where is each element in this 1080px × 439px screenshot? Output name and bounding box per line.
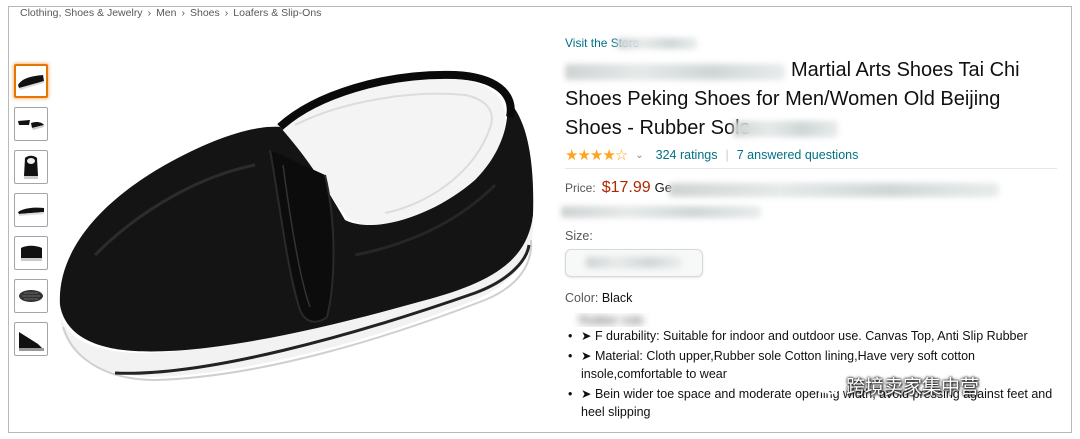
feature-bullet: ➤ F durability: Suitable for indoor and … [568, 327, 1065, 345]
price-row: Price: $17.99 Ge [565, 179, 1065, 201]
chevron-down-icon[interactable]: ⌄ [635, 150, 643, 161]
color-row: Color: Black [565, 291, 1065, 305]
rating-row: ★★★★☆ ⌄ 324 ratings | 7 answered questio… [565, 145, 1057, 169]
answered-questions-link[interactable]: 7 answered questions [737, 148, 859, 162]
breadcrumb-shoes[interactable]: Shoes [190, 7, 220, 19]
watermark: 跨境卖家集中营 [814, 372, 979, 399]
product-details: Visit the Store Martial Arts Shoes Tai C… [561, 36, 1065, 423]
breadcrumb-separator: › [147, 7, 152, 19]
main-product-image[interactable] [55, 55, 545, 425]
thumbnail-7[interactable] [14, 322, 48, 356]
breadcrumb: Clothing, Shoes & Jewelry › Men › Shoes › Loaf… [20, 7, 321, 19]
rubber-sole-text: Rubber sole [579, 313, 644, 327]
thumbnail-6[interactable] [14, 279, 48, 313]
rubber-sole-note: Rubber sole [565, 313, 1065, 327]
title-line-3: Shoes - Rubber Sole [565, 117, 751, 139]
visit-store-link[interactable]: Visit the Store [565, 36, 1065, 52]
breadcrumb-loafers[interactable]: Loafers & Slip-Ons [233, 7, 321, 19]
breadcrumb-men[interactable]: Men [156, 7, 176, 19]
breadcrumb-separator: › [181, 7, 186, 19]
breadcrumb-clothing[interactable]: Clothing, Shoes & Jewelry [20, 7, 143, 19]
thumbnail-4[interactable] [14, 193, 48, 227]
ratings-link[interactable]: 324 ratings [656, 148, 718, 162]
title-line-2: Shoes Peking Shoes for Men/Women Old Bei… [565, 88, 1001, 110]
breadcrumb-separator: › [224, 7, 229, 19]
thumbnail-2[interactable] [14, 107, 48, 141]
size-select[interactable] [565, 249, 703, 277]
star-rating-icon[interactable]: ★★★★☆ [565, 146, 628, 164]
watermark-text: 跨境卖家集中营 [846, 377, 980, 398]
size-label: Size: [565, 229, 593, 243]
thumbnail-1[interactable] [14, 64, 48, 98]
product-title: Martial Arts Shoes Tai Chi Shoes Peking … [565, 56, 1050, 143]
thumbnail-3[interactable] [14, 150, 48, 184]
shipping-info [561, 201, 1065, 223]
color-label: Color: [565, 291, 599, 305]
price-label: Price: [565, 181, 596, 195]
color-value: Black [601, 291, 633, 305]
thumbnail-strip [14, 64, 52, 365]
divider: | [725, 148, 729, 162]
price-value: $17.99 [601, 179, 651, 196]
thumbnail-5[interactable] [14, 236, 48, 270]
wechat-icon [814, 376, 839, 394]
